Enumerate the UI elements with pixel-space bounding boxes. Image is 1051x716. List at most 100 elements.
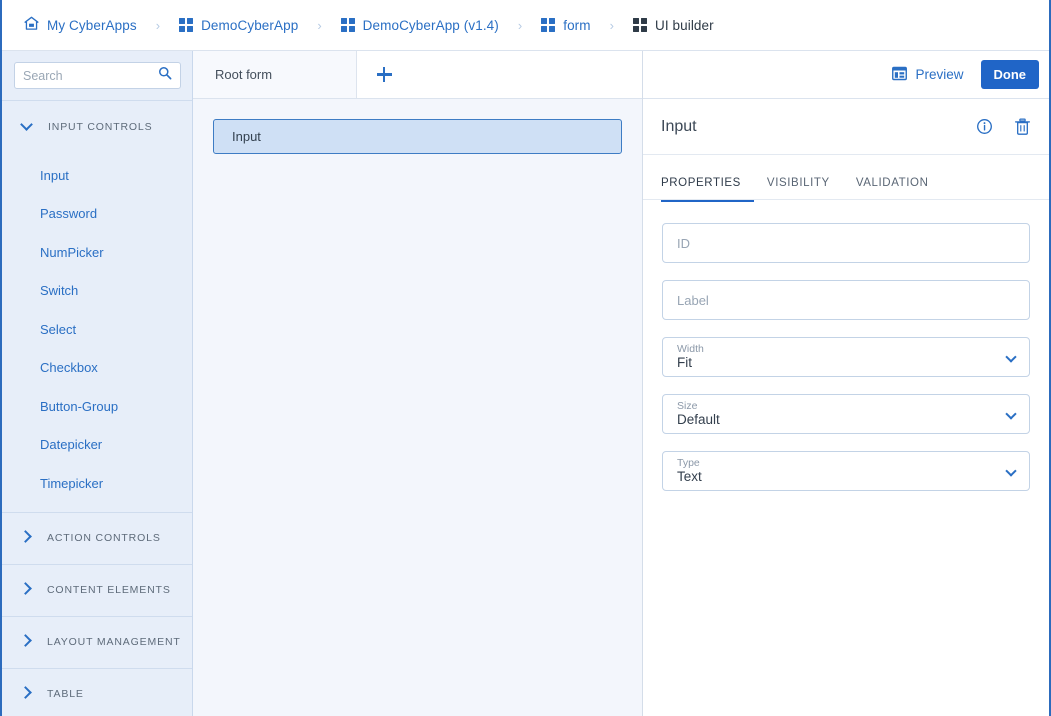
sidebar-group: LAYOUT MANAGEMENT xyxy=(2,617,192,669)
sidebar-item-select[interactable]: Select xyxy=(2,310,192,349)
chevron-right-icon xyxy=(19,686,32,699)
sidebar-item-label: Button-Group xyxy=(40,398,119,414)
sidebar-group-title: TABLE xyxy=(47,688,84,700)
panel-header-actions xyxy=(976,118,1031,136)
field-value: Default xyxy=(677,412,720,427)
canvas-widget-input-label: Input xyxy=(232,129,261,144)
chevron-down-icon[interactable] xyxy=(1005,465,1017,477)
field-label: Size xyxy=(677,400,698,412)
sidebar-group-title: LAYOUT MANAGEMENT xyxy=(47,636,181,648)
sidebar-item-label: Datepicker xyxy=(40,437,103,453)
panel-tabs: PROPERTIES VISIBILITY VALIDATION xyxy=(643,155,1049,202)
sidebar-item-checkbox[interactable]: Checkbox xyxy=(2,349,192,388)
sidebar-group-action-controls[interactable]: ACTION CONTROLS xyxy=(2,513,192,564)
sidebar-item-switch[interactable]: Switch xyxy=(2,272,192,311)
grid-icon xyxy=(541,18,556,32)
home-icon xyxy=(24,16,39,34)
breadcrumb-item-label: My CyberApps xyxy=(47,17,137,33)
field-placeholder: Label xyxy=(677,292,709,308)
tab-root-form[interactable]: Root form xyxy=(193,51,357,98)
breadcrumb-item-democyberapp[interactable]: DemoCyberApp xyxy=(179,18,298,33)
sidebar-group: INPUT CONTROLS Input Password NumPicker Swit… xyxy=(2,101,192,513)
breadcrumb-item-label: form xyxy=(563,17,591,33)
canvas-widget-input[interactable]: Input xyxy=(213,119,622,154)
grid-icon xyxy=(340,18,355,32)
sidebar-item-label: NumPicker xyxy=(40,244,104,260)
field-type[interactable]: Type Text xyxy=(662,451,1030,491)
sidebar-group-layout-management[interactable]: LAYOUT MANAGEMENT xyxy=(2,617,192,668)
panel-toolbar: Preview Done xyxy=(643,51,1049,99)
sidebar-group: CONTENT ELEMENTS xyxy=(2,565,192,617)
breadcrumb-item-label: DemoCyberApp (v1.4) xyxy=(362,17,499,33)
field-label: Width xyxy=(677,343,704,355)
chevron-right-icon xyxy=(19,582,32,595)
sidebar-item-label: Switch xyxy=(40,283,79,299)
sidebar-group-title: CONTENT ELEMENTS xyxy=(47,584,171,596)
preview-button-label: Preview xyxy=(915,67,964,82)
sidebar-group-title: INPUT CONTROLS xyxy=(48,120,153,133)
ui-builder-window: My CyberApps › DemoCyberApp › DemoCyberApp (… xyxy=(0,0,1051,716)
breadcrumb-item-label: UI builder xyxy=(654,17,714,33)
layout-icon xyxy=(892,66,908,84)
panel-tab-validation[interactable]: VALIDATION xyxy=(856,177,942,202)
canvas-tabs-bar: Root form xyxy=(193,51,642,99)
add-form-tab-button[interactable] xyxy=(357,51,411,98)
sidebar-group-content-elements[interactable]: CONTENT ELEMENTS xyxy=(2,565,192,616)
plus-icon xyxy=(376,67,392,82)
chevron-down-icon[interactable] xyxy=(1005,351,1017,363)
field-placeholder: ID xyxy=(677,235,690,251)
panel-tab-visibility[interactable]: VISIBILITY xyxy=(767,177,843,202)
breadcrumb-item-democyberapp-v1-4[interactable]: DemoCyberApp (v1.4) xyxy=(340,17,499,33)
main-body: INPUT CONTROLS Input Password NumPicker Swit… xyxy=(2,51,1049,716)
properties-form: ID Label Width Fit Size Default Type Text xyxy=(643,200,1049,716)
breadcrumb-item-my-cyberapps[interactable]: My CyberApps xyxy=(24,16,137,34)
breadcrumb-separator: › xyxy=(155,17,161,33)
tab-root-form-label: Root form xyxy=(215,67,273,82)
sidebar-item-input[interactable]: Input xyxy=(2,156,192,195)
form-canvas[interactable]: Input xyxy=(193,99,642,716)
breadcrumb-separator: › xyxy=(609,17,614,33)
form-canvas-pane: Root form Input xyxy=(193,51,643,716)
chevron-right-icon xyxy=(19,634,32,647)
done-button[interactable]: Done xyxy=(980,60,1039,89)
search-icon[interactable] xyxy=(158,66,172,85)
preview-button[interactable]: Preview xyxy=(892,66,964,84)
field-label[interactable]: Label xyxy=(662,280,1030,320)
panel-title: Input xyxy=(661,117,697,135)
breadcrumb-item-form[interactable]: form xyxy=(541,17,591,33)
search-input[interactable] xyxy=(23,68,158,83)
field-label: Type xyxy=(677,457,700,469)
field-id[interactable]: ID xyxy=(662,223,1030,263)
sidebar-groups: INPUT CONTROLS Input Password NumPicker Swit… xyxy=(2,101,192,716)
breadcrumb-item-label: DemoCyberApp xyxy=(201,17,299,33)
search-box[interactable] xyxy=(14,62,181,89)
sidebar-group-title: ACTION CONTROLS xyxy=(47,532,161,544)
properties-panel: Preview Done Input PROPERTIES VISIBILITY… xyxy=(643,51,1049,716)
search-container xyxy=(2,51,192,101)
breadcrumb-separator: › xyxy=(517,17,523,33)
sidebar-item-numpicker[interactable]: NumPicker xyxy=(2,233,192,272)
grid-icon xyxy=(179,18,194,32)
breadcrumb-separator: › xyxy=(317,17,322,33)
sidebar-group-input-controls[interactable]: INPUT CONTROLS xyxy=(2,101,192,152)
sidebar-item-timepicker[interactable]: Timepicker xyxy=(2,464,192,503)
sidebar-group-table[interactable]: TABLE xyxy=(2,669,192,716)
field-value: Text xyxy=(677,469,702,484)
grid-icon xyxy=(632,18,647,32)
field-width[interactable]: Width Fit xyxy=(662,337,1030,377)
sidebar-item-label: Password xyxy=(40,206,98,222)
sidebar-item-datepicker[interactable]: Datepicker xyxy=(2,426,192,465)
panel-tab-properties[interactable]: PROPERTIES xyxy=(661,177,754,202)
panel-header: Input xyxy=(643,99,1049,155)
sidebar-item-label: Checkbox xyxy=(40,360,98,376)
chevron-down-icon[interactable] xyxy=(1005,408,1017,420)
field-value: Fit xyxy=(677,355,692,370)
trash-icon[interactable] xyxy=(1014,118,1031,136)
components-sidebar: INPUT CONTROLS Input Password NumPicker Swit… xyxy=(2,51,193,716)
sidebar-group: ACTION CONTROLS xyxy=(2,513,192,565)
sidebar-item-button-group[interactable]: Button-Group xyxy=(2,387,192,426)
sidebar-item-password[interactable]: Password xyxy=(2,195,192,234)
sidebar-item-label: Select xyxy=(40,321,77,337)
info-icon[interactable] xyxy=(976,118,993,135)
field-size[interactable]: Size Default xyxy=(662,394,1030,434)
